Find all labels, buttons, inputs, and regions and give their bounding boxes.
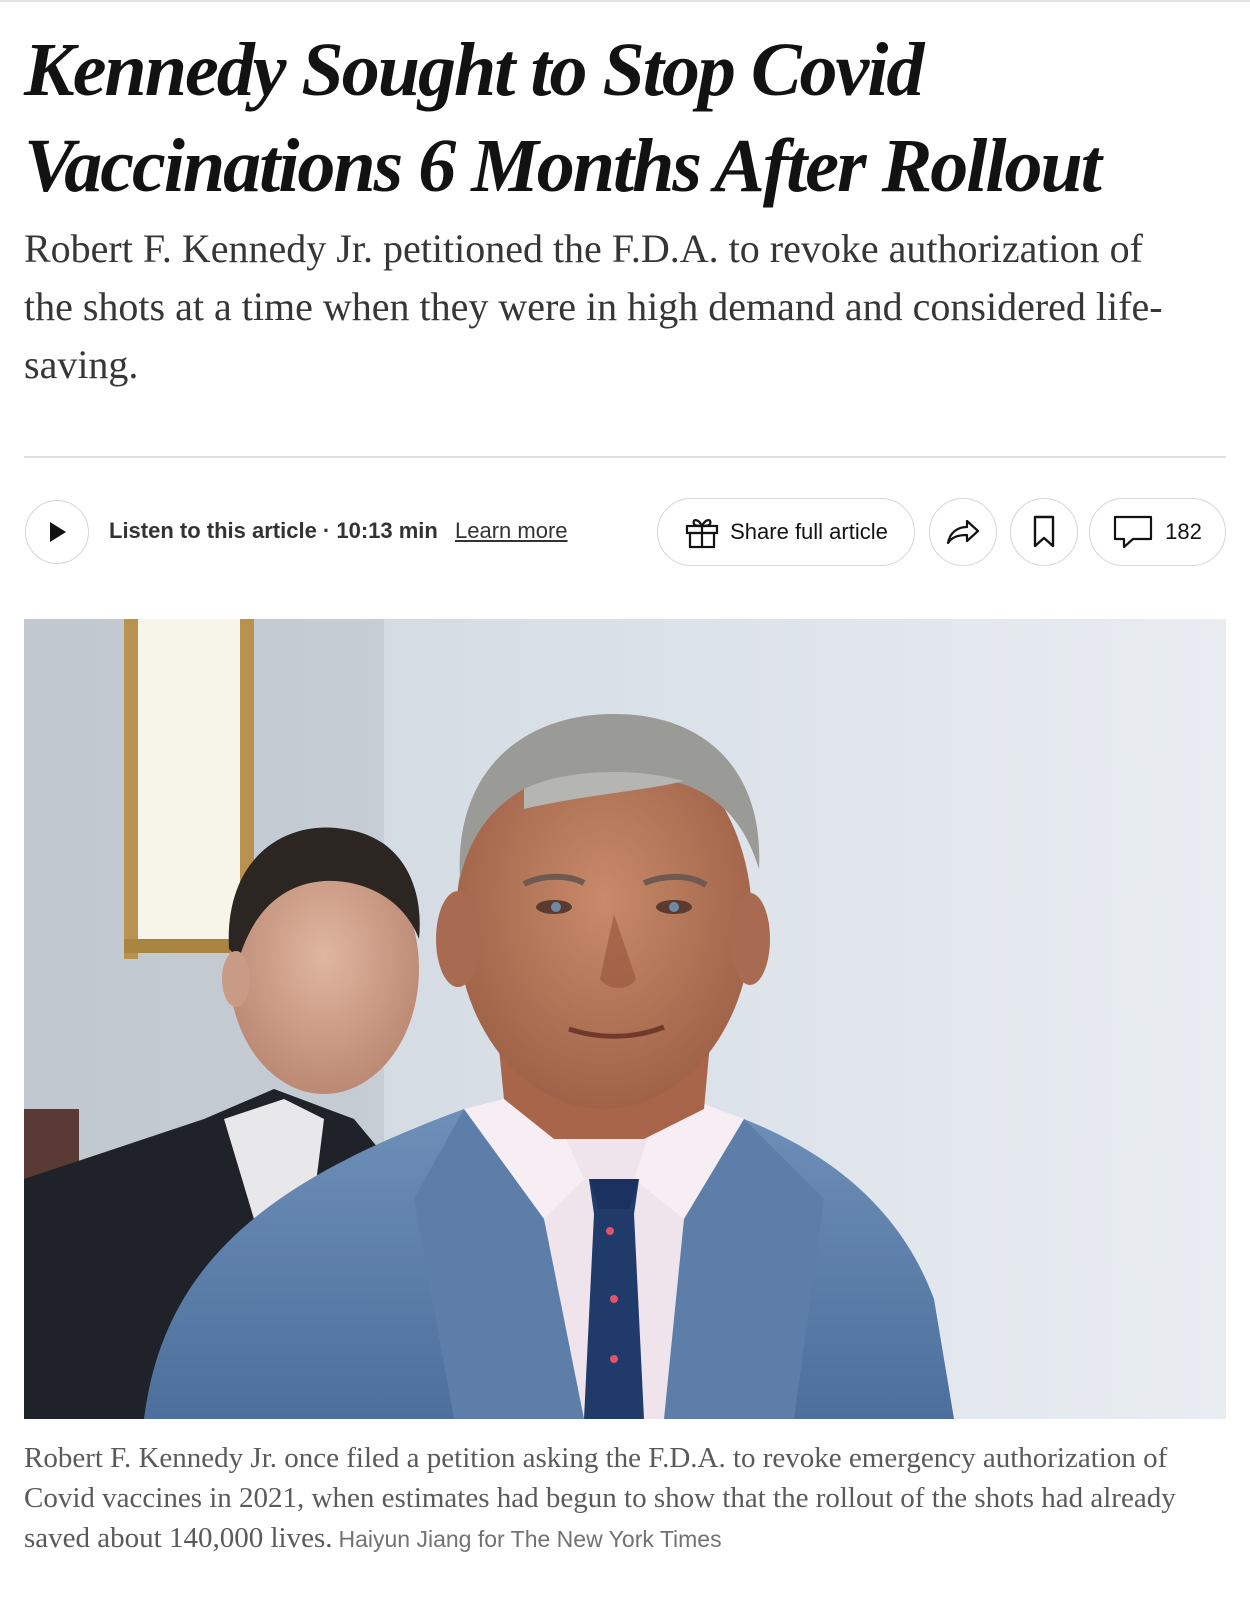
photo-credit: Haiyun Jiang for The New York Times [338,1526,722,1552]
photo-caption: Robert F. Kennedy Jr. once filed a petit… [24,1438,1204,1559]
comments-button[interactable]: 182 [1089,498,1226,566]
lead-photo-illustration [24,619,1226,1419]
learn-more-link[interactable]: Learn more [455,518,568,544]
top-rule [0,0,1250,2]
lead-photo [24,619,1226,1419]
comment-bubble-icon [1114,515,1153,549]
article-toolbar: Listen to this article · 10:13 min Learn… [24,498,1226,568]
article-headline: Kennedy Sought to Stop Covid Vaccination… [24,28,1102,208]
divider [24,456,1226,458]
comment-count: 182 [1165,519,1202,544]
share-full-article-label: Share full article [730,519,888,544]
bookmark-icon [1033,515,1055,548]
share-full-article-button[interactable]: Share full article [657,498,915,566]
share-arrow-icon [946,519,980,545]
play-audio-button[interactable] [25,500,89,564]
listen-label: Listen to this article · 10:13 min [109,518,438,543]
article-summary: Robert F. Kennedy Jr. petitioned the F.D… [24,226,1163,387]
save-button[interactable] [1010,498,1078,566]
share-button[interactable] [929,498,997,566]
play-icon [50,522,66,542]
gift-icon [686,519,719,549]
